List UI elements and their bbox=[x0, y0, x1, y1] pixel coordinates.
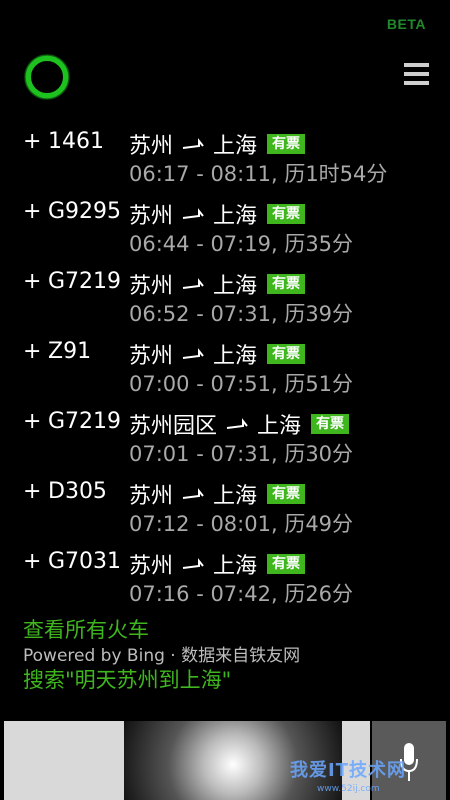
train-row[interactable]: + Z91 苏州 上海 有票 07:00 - 07:51, 历51分 bbox=[0, 335, 450, 405]
route: 苏州 上海 有票 bbox=[129, 478, 306, 510]
ticket-available-badge: 有票 bbox=[311, 414, 350, 434]
to-station: 上海 bbox=[213, 484, 258, 509]
train-row[interactable]: + G9295 苏州 上海 有票 06:44 - 07:19, 历35分 bbox=[0, 195, 450, 265]
train-number: Z91 bbox=[48, 339, 92, 364]
route: 苏州园区 上海 有票 bbox=[129, 408, 350, 440]
from-station: 苏州 bbox=[129, 274, 174, 299]
train-number: 1461 bbox=[48, 129, 104, 154]
powered-by-text: Powered by Bing · 数据来自铁友网 bbox=[23, 646, 301, 666]
bottom-panel-left bbox=[4, 721, 124, 800]
beta-label: BETA bbox=[386, 16, 426, 32]
route: 苏州 上海 有票 bbox=[129, 198, 306, 230]
to-station: 上海 bbox=[257, 414, 302, 439]
to-station: 上海 bbox=[213, 134, 258, 159]
expand-plus-icon[interactable]: + bbox=[23, 269, 41, 294]
train-number: G7219 bbox=[48, 409, 122, 434]
from-station: 苏州 bbox=[129, 204, 174, 229]
travel-time: 07:16 - 07:42, 历26分 bbox=[129, 582, 354, 606]
expand-plus-icon[interactable]: + bbox=[23, 409, 41, 434]
to-station: 上海 bbox=[213, 274, 258, 299]
expand-plus-icon[interactable]: + bbox=[23, 199, 41, 224]
hamburger-menu-icon[interactable] bbox=[404, 63, 429, 85]
train-results-list: + 1461 苏州 上海 有票 06:17 - 08:11, 历1时54分 + … bbox=[0, 125, 450, 615]
train-row[interactable]: + D305 苏州 上海 有票 07:12 - 08:01, 历49分 bbox=[0, 475, 450, 545]
travel-time: 07:00 - 07:51, 历51分 bbox=[129, 372, 354, 396]
ticket-available-badge: 有票 bbox=[267, 554, 306, 574]
train-number: G7219 bbox=[48, 269, 122, 294]
to-station: 上海 bbox=[213, 554, 258, 579]
ticket-available-badge: 有票 bbox=[267, 484, 306, 504]
train-number: D305 bbox=[48, 479, 107, 504]
train-direction-icon bbox=[182, 208, 204, 219]
train-row[interactable]: + 1461 苏州 上海 有票 06:17 - 08:11, 历1时54分 bbox=[0, 125, 450, 195]
travel-time: 06:17 - 08:11, 历1时54分 bbox=[129, 162, 388, 186]
route: 苏州 上海 有票 bbox=[129, 338, 306, 370]
train-number: G7031 bbox=[48, 549, 122, 574]
ticket-available-badge: 有票 bbox=[267, 204, 306, 224]
ticket-available-badge: 有票 bbox=[267, 344, 306, 364]
search-link[interactable]: 搜索"明天苏州到上海" bbox=[23, 664, 231, 694]
route: 苏州 上海 有票 bbox=[129, 268, 306, 300]
from-station: 苏州园区 bbox=[129, 414, 218, 439]
ticket-available-badge: 有票 bbox=[267, 134, 306, 154]
train-direction-icon bbox=[182, 278, 204, 289]
travel-time: 07:01 - 07:31, 历30分 bbox=[129, 442, 354, 466]
to-station: 上海 bbox=[213, 344, 258, 369]
train-number: G9295 bbox=[48, 199, 122, 224]
train-direction-icon bbox=[226, 418, 248, 429]
travel-time: 07:12 - 08:01, 历49分 bbox=[129, 512, 354, 536]
travel-time: 06:44 - 07:19, 历35分 bbox=[129, 232, 354, 256]
expand-plus-icon[interactable]: + bbox=[23, 549, 41, 574]
to-station: 上海 bbox=[213, 204, 258, 229]
menu-line bbox=[404, 63, 429, 67]
from-station: 苏州 bbox=[129, 554, 174, 579]
menu-line bbox=[404, 81, 429, 85]
watermark-url: www.52ij.com bbox=[317, 784, 380, 794]
train-direction-icon bbox=[182, 558, 204, 569]
travel-time: 06:52 - 07:31, 历39分 bbox=[129, 302, 354, 326]
view-all-trains-link[interactable]: 查看所有火车 bbox=[23, 614, 149, 644]
ticket-available-badge: 有票 bbox=[267, 274, 306, 294]
menu-line bbox=[404, 72, 429, 76]
route: 苏州 上海 有票 bbox=[129, 128, 306, 160]
expand-plus-icon[interactable]: + bbox=[23, 479, 41, 504]
from-station: 苏州 bbox=[129, 484, 174, 509]
train-direction-icon bbox=[182, 488, 204, 499]
train-row[interactable]: + G7031 苏州 上海 有票 07:16 - 07:42, 历26分 bbox=[0, 545, 450, 615]
from-station: 苏州 bbox=[129, 134, 174, 159]
expand-plus-icon[interactable]: + bbox=[23, 339, 41, 364]
route: 苏州 上海 有票 bbox=[129, 548, 306, 580]
train-direction-icon bbox=[182, 138, 204, 149]
expand-plus-icon[interactable]: + bbox=[23, 129, 41, 154]
from-station: 苏州 bbox=[129, 344, 174, 369]
train-row[interactable]: + G7219 苏州 上海 有票 06:52 - 07:31, 历39分 bbox=[0, 265, 450, 335]
watermark-text: 我爱IT技术网 bbox=[290, 760, 406, 781]
train-row[interactable]: + G7219 苏州园区 上海 有票 07:01 - 07:31, 历30分 bbox=[0, 405, 450, 475]
cortana-ring-icon[interactable] bbox=[23, 53, 71, 101]
train-direction-icon bbox=[182, 348, 204, 359]
